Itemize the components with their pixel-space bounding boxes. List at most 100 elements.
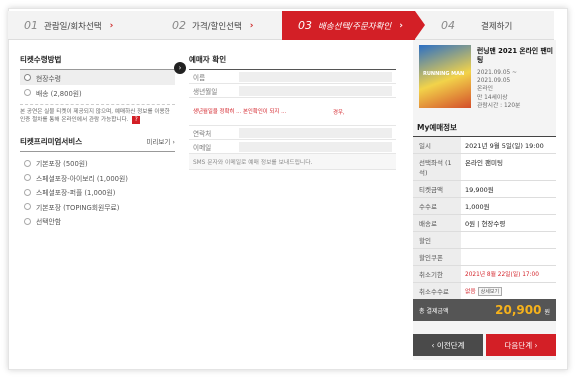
radio-icon[interactable]: [24, 188, 31, 196]
performance-age: 만 14세이상: [477, 94, 508, 101]
radio-icon[interactable]: [24, 203, 31, 211]
summary-key: 할인: [413, 232, 461, 248]
chevron-right-icon: ›: [109, 20, 114, 31]
step-4-label: 결제하기: [481, 21, 513, 32]
summary-key: 수수료: [413, 198, 461, 214]
booker-phone-row: 연락처: [189, 126, 396, 140]
summary-row-cancel-deadline: 취소기한 2021년 8월 22일(일) 17:00: [413, 266, 556, 283]
booker-email-row: 이메일: [189, 140, 396, 154]
booker-email-value: [239, 141, 392, 152]
summary-row-datetime: 일시 2021년 9월 5일(일) 19:00: [413, 137, 556, 154]
step-4-number: 04: [441, 19, 455, 32]
next-step-button[interactable]: 다음단계 ›: [486, 334, 556, 356]
help-icon[interactable]: ?: [132, 116, 141, 124]
radio-icon[interactable]: [24, 174, 31, 182]
summary-value: 없음: [465, 289, 476, 295]
step-bar: 01 관람일/회차선택 › 02 가격/할인선택 › 03 배송선택/주문자확인…: [8, 11, 554, 40]
service-option[interactable]: 기본포장 (TOPING회원무료): [20, 200, 175, 215]
chevron-right-icon: ›: [174, 62, 186, 74]
radio-icon[interactable]: [24, 217, 31, 225]
booker-warning-row: 생년월일을 정확히 ... 본인확인이 되지 ... 경우,: [189, 98, 396, 126]
step-1-label: 관람일/회차선택: [44, 21, 102, 32]
step-3-number: 03: [298, 19, 312, 32]
service-option[interactable]: 선택안함: [20, 214, 175, 229]
order-summary-panel: RUNNING MAN 런닝맨 2021 온라인 팬미팅 2021.09.05 …: [413, 40, 556, 360]
service-option[interactable]: 기본포장 (500원): [20, 156, 175, 171]
booker-name-value: [239, 71, 392, 82]
summary-row-cancel-fee: 취소수수료 없음 상세보기: [413, 283, 556, 300]
step-1[interactable]: 01 관람일/회차선택 ›: [8, 11, 156, 40]
navigation-buttons: ‹ 이전단계 다음단계 ›: [413, 334, 556, 356]
summary-value: [461, 232, 556, 248]
performance-title: 런닝맨 2021 온라인 팬미팅: [477, 47, 554, 64]
booker-warning-tail: 경우,: [333, 109, 345, 116]
poster-text: RUNNING MAN: [423, 71, 465, 77]
performance-info: RUNNING MAN 런닝맨 2021 온라인 팬미팅 2021.09.05 …: [413, 40, 556, 119]
premium-service-heading: 티켓프리미엄서비스: [20, 137, 83, 146]
summary-value: 1,000원: [465, 203, 490, 211]
booker-name-label: 이름: [193, 73, 206, 82]
booker-info-panel: 예매자 확인 이름 생년월일 생년월일을 정확히 ... 본인확인이 되지 ..…: [189, 54, 396, 170]
ticket-option-onsite[interactable]: 현장수령: [20, 70, 175, 85]
ticket-option-label: 현장수령: [36, 74, 62, 83]
premium-service-section: 티켓프리미엄서비스 미리보기 › 기본포장 (500원) 스페셜포장-아이보리 …: [20, 136, 175, 229]
summary-row-ticket-price: 티켓금액 19,900원: [413, 181, 556, 198]
summary-value: 19,900원: [465, 186, 494, 194]
radio-icon[interactable]: [24, 159, 31, 167]
ticket-option-delivery[interactable]: 배송 (2,800원): [20, 85, 175, 100]
summary-key: 할인쿠폰: [413, 249, 461, 265]
step-2[interactable]: 02 가격/할인선택 ›: [156, 11, 282, 40]
service-option[interactable]: 스페셜포장-아이보리 (1,000원): [20, 171, 175, 186]
sms-notice: SMS 문자와 이메일로 예매 정보를 보내드립니다.: [189, 154, 396, 170]
summary-row-shipping: 배송료 0원 | 현장수령: [413, 215, 556, 232]
step-3-current[interactable]: 03 배송선택/주문자확인 ›: [282, 11, 425, 40]
summary-key: 일시: [413, 137, 461, 153]
summary-value: 2021년 8월 22일(일) 17:00: [465, 272, 539, 278]
radio-icon[interactable]: [24, 74, 31, 81]
booker-birth-label: 생년월일: [193, 87, 218, 96]
booker-name-row: 이름: [189, 70, 396, 84]
summary-value: 온라인 팬미팅: [465, 159, 503, 167]
performance-details: 런닝맨 2021 온라인 팬미팅 2021.09.05 ~ 2021.09.05…: [477, 40, 556, 119]
summary-value: 0원 | 현장수령: [465, 220, 506, 228]
total-value: 20,900: [495, 303, 542, 317]
total-label: 총 결제금액: [419, 307, 449, 315]
premium-service-title: 티켓프리미엄서비스 미리보기 ›: [20, 136, 175, 152]
performance-meta: 2021.09.05 ~ 2021.09.05 온라인 만 14세이상 관람시간…: [477, 69, 556, 110]
summary-key: 취소수수료: [413, 283, 461, 299]
step-1-number: 01: [24, 19, 38, 32]
performance-venue: 온라인: [477, 86, 493, 93]
booker-birth-row: 생년월일: [189, 84, 396, 98]
cancel-fee-detail-button[interactable]: 상세보기: [477, 287, 503, 296]
summary-key: 선택좌석 (1석): [413, 154, 461, 180]
step-3-label: 배송선택/주문자확인: [318, 21, 392, 32]
step-2-number: 02: [172, 19, 186, 32]
service-option-label: 기본포장 (TOPING회원무료): [36, 203, 120, 212]
prev-step-button[interactable]: ‹ 이전단계: [413, 334, 483, 356]
delivery-options-panel: 티켓수령방법 현장수령 배송 (2,800원) 본 공연은 실물 티켓이 제공되…: [20, 54, 175, 229]
step-4[interactable]: 04 결제하기: [415, 11, 554, 40]
summary-key: 취소기한: [413, 266, 461, 282]
summary-value-wrap: 없음 상세보기: [461, 283, 556, 299]
performance-end: 2021.09.05: [477, 78, 511, 85]
total-unit: 원: [544, 309, 550, 316]
service-option-label: 기본포장 (500원): [36, 160, 88, 169]
service-option[interactable]: 스페셜포장-퍼플 (1,000원): [20, 185, 175, 200]
summary-key: 배송료: [413, 215, 461, 231]
service-option-label: 스페셜포장-퍼플 (1,000원): [36, 189, 116, 198]
radio-icon[interactable]: [24, 89, 31, 96]
performance-runtime: 관람시간 : 120분: [477, 102, 521, 109]
booker-birth-value: [239, 85, 392, 96]
poster-image: RUNNING MAN: [419, 45, 471, 108]
booker-warning-text: 생년월일을 정확히 ... 본인확인이 되지 ...: [193, 108, 287, 115]
summary-row-seat: 선택좌석 (1석) 온라인 팬미팅: [413, 154, 556, 181]
summary-value: [461, 249, 556, 265]
ticket-option-label: 배송 (2,800원): [36, 89, 82, 98]
chevron-right-icon: ›: [399, 20, 403, 31]
preview-link[interactable]: 미리보기 ›: [146, 136, 175, 147]
summary-key: 티켓금액: [413, 181, 461, 197]
service-option-label: 선택안함: [36, 218, 62, 227]
step-2-label: 가격/할인선택: [192, 21, 242, 32]
service-option-label: 스페셜포장-아이보리 (1,000원): [36, 174, 128, 183]
ticket-notice-text: 본 공연은 실물 티켓이 제공되지 않으며, 예매하신 정보를 이용한 인증 절…: [20, 109, 170, 123]
